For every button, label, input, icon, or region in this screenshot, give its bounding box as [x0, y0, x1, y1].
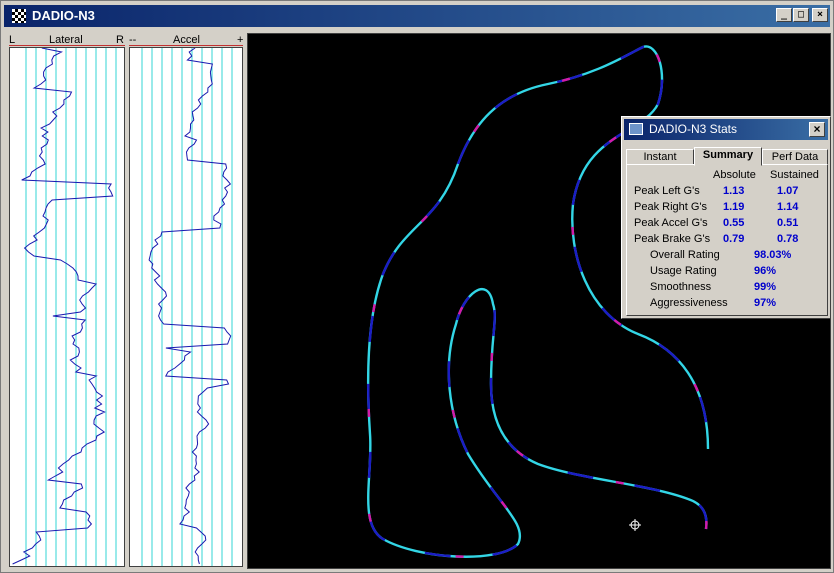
usage-rating-value: 96%: [754, 265, 777, 277]
tab-perf-data[interactable]: Perf Data: [762, 149, 828, 165]
lateral-chart-panel[interactable]: [9, 47, 125, 567]
lateral-header-rule: [9, 45, 125, 46]
accel-gridlines: [141, 48, 233, 566]
stats-window-icon: [629, 123, 643, 135]
tab-summary[interactable]: Summary: [694, 147, 762, 166]
column-header-sustained: Sustained: [770, 169, 819, 181]
peak-brake-sustained: 0.78: [777, 233, 799, 245]
peak-left-absolute: 1.13: [723, 185, 745, 197]
row-label: Peak Left G's: [634, 185, 700, 197]
summary-panel: Absolute Sustained Peak Left G's 1.13 1.…: [626, 164, 828, 316]
peak-brake-absolute: 0.79: [723, 233, 745, 245]
aggressiveness-value: 97%: [754, 297, 777, 309]
stats-title: DADIO-N3 Stats: [649, 122, 738, 136]
peak-accel-sustained: 0.51: [777, 217, 799, 229]
stats-title-bar[interactable]: DADIO-N3 Stats ×: [624, 119, 828, 140]
car-position-marker-icon: [629, 519, 641, 531]
accel-trace: [148, 47, 232, 565]
accel-chart-panel[interactable]: [129, 47, 243, 567]
rating-label: Overall Rating: [650, 249, 720, 261]
close-button[interactable]: ×: [812, 8, 828, 22]
rating-label: Smoothness: [650, 281, 712, 293]
row-label: Peak Right G's: [634, 201, 708, 213]
row-label: Peak Accel G's: [634, 217, 708, 229]
column-header-absolute: Absolute: [713, 169, 756, 181]
lateral-gridlines: [25, 48, 117, 566]
rating-label: Aggressiveness: [650, 297, 728, 309]
accel-chart: [141, 47, 233, 566]
accel-header-rule: [129, 45, 243, 46]
title-bar[interactable]: DADIO-N3 _ □ ×: [4, 5, 830, 27]
smoothness-value: 99%: [754, 281, 777, 293]
peak-accel-absolute: 0.55: [723, 217, 745, 229]
maximize-button[interactable]: □: [793, 8, 809, 22]
stats-tabs: Instant Summary Perf Data: [626, 147, 828, 166]
stats-close-button[interactable]: ×: [809, 122, 825, 137]
rating-label: Usage Rating: [650, 265, 717, 277]
peak-left-sustained: 1.07: [777, 185, 799, 197]
overall-rating-value: 98.03%: [754, 249, 792, 261]
lateral-trace: [12, 47, 114, 565]
peak-right-sustained: 1.14: [777, 201, 799, 213]
window-title: DADIO-N3: [32, 8, 95, 23]
checkered-flag-icon: [12, 9, 26, 23]
main-window: DADIO-N3 _ □ × L Lateral R -- Accel + DA…: [0, 0, 834, 573]
tab-instant[interactable]: Instant: [626, 149, 694, 165]
row-label: Peak Brake G's: [634, 233, 711, 245]
stats-dialog: DADIO-N3 Stats × Instant Summary Perf Da…: [621, 116, 831, 319]
peak-right-absolute: 1.19: [723, 201, 745, 213]
minimize-button[interactable]: _: [776, 8, 792, 22]
lateral-chart: [12, 47, 117, 566]
